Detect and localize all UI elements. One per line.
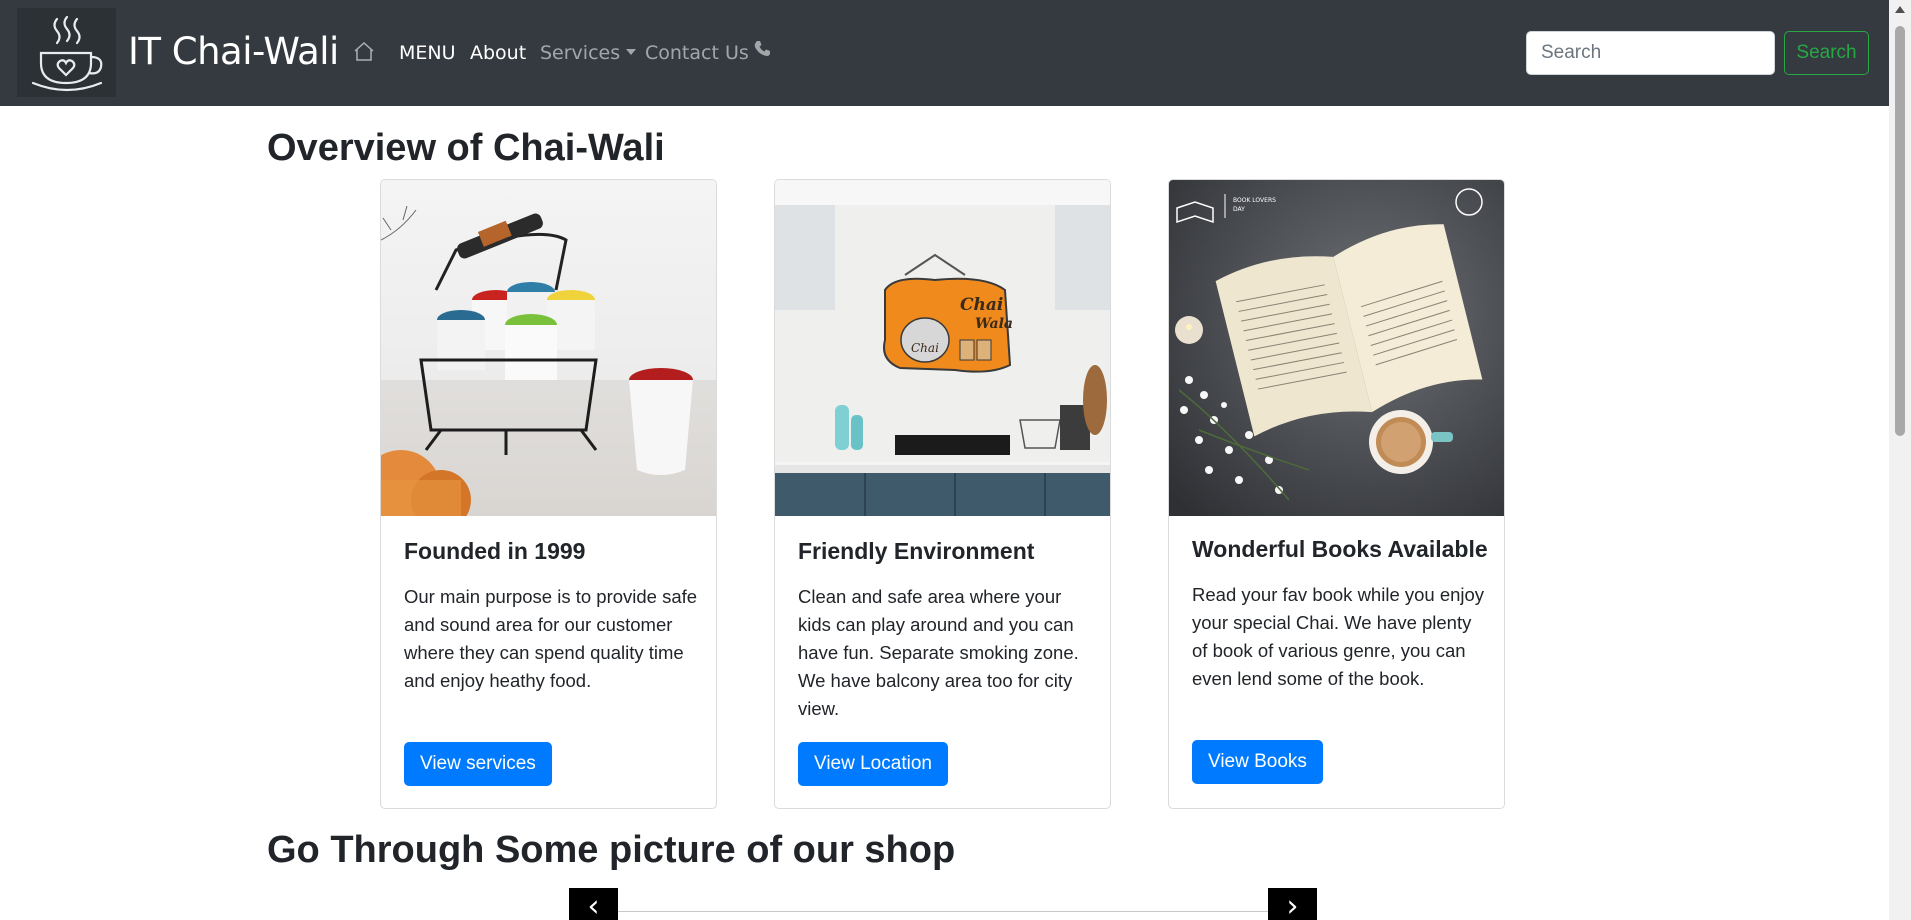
- book-lovers-text: BOOK LOVERS: [1233, 197, 1276, 204]
- nav-services-label: Services: [540, 42, 621, 64]
- carousel-prev-button[interactable]: ‹: [569, 888, 618, 920]
- nav-about[interactable]: About: [470, 42, 526, 64]
- card-founded: Founded in 1999 Our main purpose is to p…: [380, 179, 717, 809]
- overview-heading: Overview of Chai-Wali: [267, 127, 665, 169]
- nav-contact[interactable]: Contact Us: [645, 39, 772, 64]
- card-body: Friendly Environment Clean and safe area…: [798, 538, 1093, 723]
- card-title: Friendly Environment: [798, 538, 1035, 564]
- sign-wala-text: Wala: [975, 316, 1013, 332]
- home-icon[interactable]: [352, 40, 376, 64]
- page-scrollbar[interactable]: [1889, 0, 1911, 920]
- chevron-left-icon: ‹: [587, 889, 600, 920]
- sign-chai-text: Chai: [960, 295, 1003, 315]
- card-body: Founded in 1999 Our main purpose is to p…: [404, 538, 699, 695]
- card-text: Read your fav book while you enjoy your …: [1192, 584, 1485, 689]
- card-text: Clean and safe area where your kids can …: [798, 586, 1079, 719]
- sign-kettle-text: Chai: [911, 341, 939, 355]
- card-title: Founded in 1999: [404, 538, 586, 564]
- card-image-kitchen: Chai Wala Chai: [775, 180, 1110, 516]
- chevron-right-icon: ›: [1286, 889, 1299, 920]
- day-text: DAY: [1233, 206, 1245, 213]
- card-body: Wonderful Books Available Read your fav …: [1192, 536, 1488, 693]
- chai-cup-logo[interactable]: [17, 8, 116, 97]
- view-location-button[interactable]: View Location: [798, 742, 948, 786]
- card-books: BOOK LOVERS DAY Wonderful Books Availabl…: [1168, 179, 1505, 809]
- card-image-cups: [381, 180, 716, 516]
- view-books-button[interactable]: View Books: [1192, 740, 1323, 784]
- card-environment: Chai Wala Chai Friendly Environment Clea…: [774, 179, 1111, 809]
- chai-cup-logo-graphic: [31, 15, 102, 91]
- search-button[interactable]: Search: [1784, 31, 1869, 75]
- pictures-heading: Go Through Some picture of our shop: [267, 829, 956, 871]
- card-title: Wonderful Books Available: [1192, 536, 1488, 562]
- card-text: Our main purpose is to provide safe and …: [404, 586, 698, 691]
- carousel-frame: [570, 911, 1270, 912]
- card-image-books: BOOK LOVERS DAY: [1169, 180, 1504, 516]
- nav-contact-label: Contact Us: [645, 42, 749, 64]
- carousel-next-button[interactable]: ›: [1268, 888, 1317, 920]
- scrollbar-thumb[interactable]: [1895, 26, 1905, 436]
- brand-title[interactable]: IT Chai-Wali: [128, 30, 339, 73]
- nav-services-dropdown[interactable]: Services: [540, 42, 637, 64]
- navbar: IT Chai-Wali MENU About Services Contact…: [0, 0, 1889, 106]
- nav-menu[interactable]: MENU: [399, 42, 456, 64]
- search-input[interactable]: [1526, 31, 1775, 75]
- view-services-button[interactable]: View services: [404, 742, 552, 786]
- scroll-up-arrow-icon[interactable]: [1895, 6, 1905, 13]
- chevron-down-icon: [626, 49, 637, 55]
- phone-icon: [752, 39, 772, 64]
